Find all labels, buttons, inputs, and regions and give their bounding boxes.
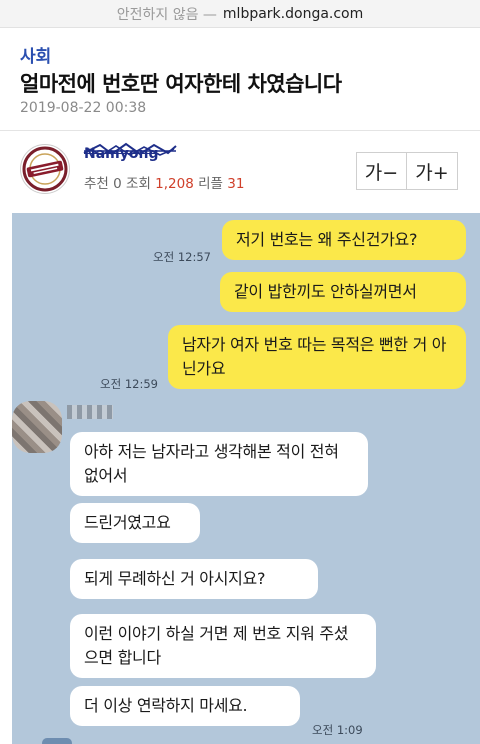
- partial-element-cutoff: [42, 738, 72, 744]
- chat-message: 아하 저는 남자라고 생각해본 적이 전혀 없어서: [70, 432, 368, 496]
- team-logo-avatar[interactable]: [20, 144, 70, 194]
- author-redaction-scribble: [83, 142, 177, 156]
- header-divider: [0, 130, 480, 131]
- post-category-link[interactable]: 사회: [20, 42, 51, 67]
- partner-name-blurred: [67, 405, 113, 419]
- message-time: 오전 12:57: [153, 250, 211, 264]
- message-time: 오전 12:59: [100, 377, 158, 391]
- security-warning: 안전하지 않음 —: [116, 6, 217, 23]
- chat-message: 더 이상 연락하지 마세요.: [70, 686, 300, 726]
- chat-screenshot: 저기 번호는 왜 주신건가요? 오전 12:57 같이 밥한끼도 안하실꺼면서 …: [12, 213, 480, 744]
- post-date: 2019-08-22 00:38: [20, 100, 147, 116]
- recommend-count: 0: [113, 176, 122, 192]
- post-stats: 추천 0 조회 1,208 리플 31: [84, 172, 244, 192]
- chat-message: 남자가 여자 번호 따는 목적은 뻔한 거 아닌가요: [168, 325, 466, 389]
- font-size-controls: 가− 가+: [356, 152, 458, 190]
- chat-message: 되게 무례하신 거 아시지요?: [70, 559, 318, 599]
- recommend-label: 추천: [84, 176, 109, 192]
- font-decrease-button[interactable]: 가−: [356, 152, 407, 190]
- chat-message: 드린거였고요: [70, 503, 200, 543]
- views-label: 조회: [126, 176, 151, 192]
- chat-message: 저기 번호는 왜 주신건가요?: [222, 220, 466, 260]
- partner-avatar-blurred: [12, 401, 62, 453]
- replies-label: 리플: [198, 176, 223, 192]
- chat-message: 같이 밥한끼도 안하실꺼면서: [220, 272, 466, 312]
- message-time: 오전 1:09: [312, 723, 363, 737]
- views-count: 1,208: [155, 176, 194, 192]
- url-domain: mlbpark.donga.com: [222, 5, 364, 22]
- post-title: 얼마전에 번호딴 여자한테 차였습니다: [20, 72, 342, 96]
- chat-message: 이런 이야기 하실 거면 제 번호 지워 주셨으면 합니다: [70, 614, 376, 678]
- kiwoom-logo-icon: [22, 146, 68, 192]
- browser-url-bar[interactable]: 안전하지 않음 — mlbpark.donga.com: [0, 0, 480, 28]
- replies-count: 31: [227, 176, 245, 192]
- font-increase-button[interactable]: 가+: [407, 152, 458, 190]
